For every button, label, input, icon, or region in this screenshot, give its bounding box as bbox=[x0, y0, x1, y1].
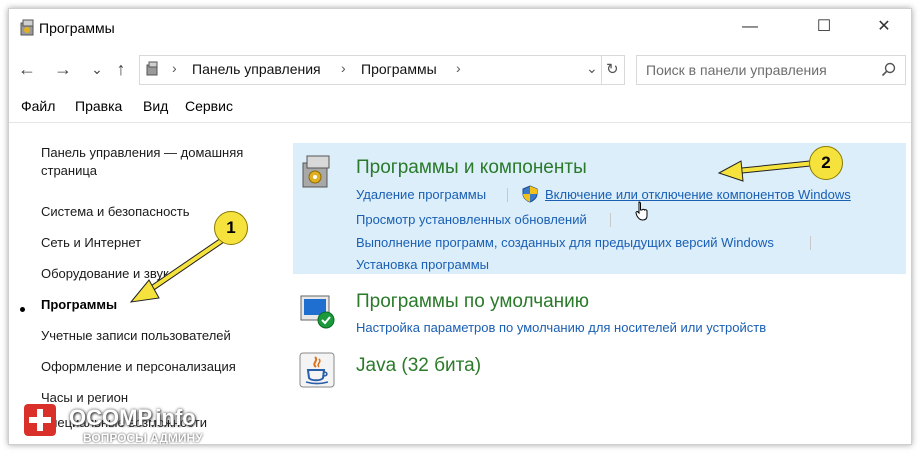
annotation-badge-1: 1 bbox=[214, 211, 248, 245]
watermark-text: OCOMP.info bbox=[69, 405, 196, 430]
plus-logo-icon bbox=[24, 404, 56, 436]
annotation-arrows bbox=[129, 160, 816, 303]
watermark-subtext: ВОПРОСЫ АДМИНУ bbox=[83, 431, 203, 445]
watermark: OCOMP.info ВОПРОСЫ АДМИНУ bbox=[23, 403, 203, 444]
annotation-badge-2: 2 bbox=[809, 146, 843, 180]
control-panel-window: Программы — ☐ ✕ ← → ⌄ ↑ › Панель управле… bbox=[8, 8, 912, 445]
